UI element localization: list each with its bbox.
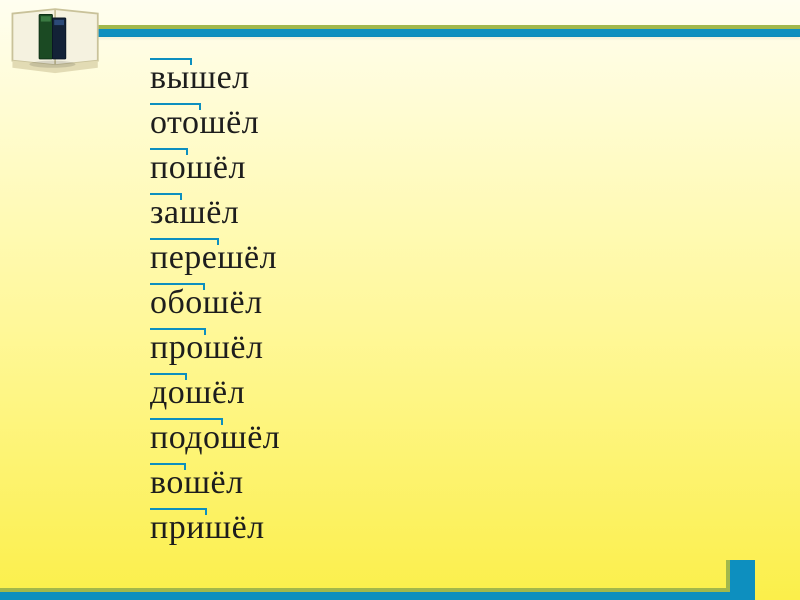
header-divider [0, 25, 800, 35]
word-text: дошёл [150, 374, 245, 411]
slide: вышел отошёл пошёл зашёл перешёл обошёл … [0, 0, 800, 600]
list-item: пришёл [150, 505, 280, 550]
list-item: обошёл [150, 280, 280, 325]
word-text: отошёл [150, 104, 259, 141]
list-item: зашёл [150, 190, 280, 235]
list-item: вышел [150, 55, 280, 100]
word-text: зашёл [150, 194, 239, 231]
list-item: вошёл [150, 460, 280, 505]
word-text: вошёл [150, 464, 244, 501]
word-text: пришёл [150, 509, 265, 546]
word-text: подошёл [150, 419, 280, 456]
list-item: перешёл [150, 235, 280, 280]
word-list: вышел отошёл пошёл зашёл перешёл обошёл … [150, 55, 280, 550]
list-item: дошёл [150, 370, 280, 415]
word-text: обошёл [150, 284, 263, 321]
footer-divider [0, 580, 800, 600]
list-item: пошёл [150, 145, 280, 190]
word-text: прошёл [150, 329, 263, 366]
list-item: прошёл [150, 325, 280, 370]
list-item: подошёл [150, 415, 280, 460]
books-icon [6, 2, 106, 82]
list-item: отошёл [150, 100, 280, 145]
word-text: вышел [150, 59, 250, 96]
word-text: пошёл [150, 149, 246, 186]
word-text: перешёл [150, 239, 277, 276]
